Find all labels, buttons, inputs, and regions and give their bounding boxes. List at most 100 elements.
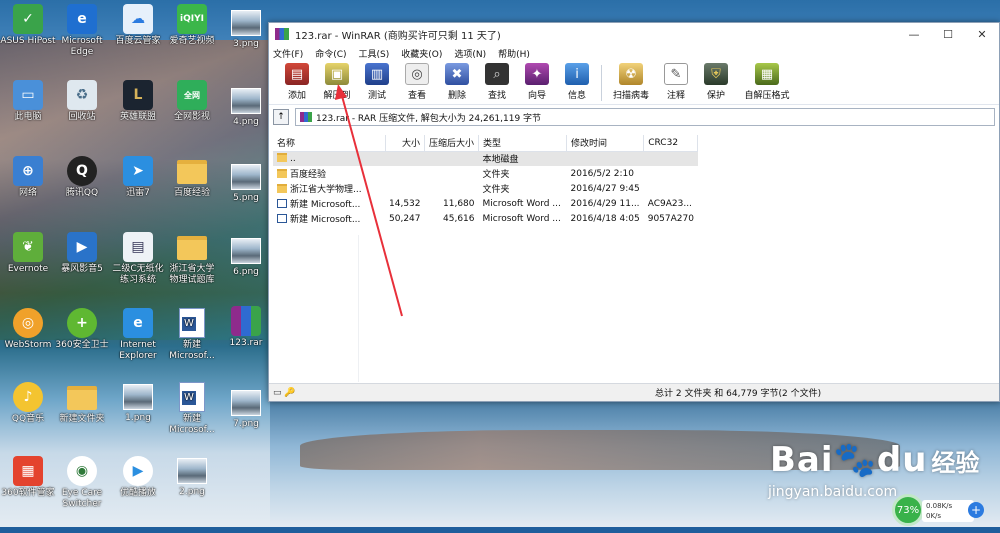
desktop-icon-baidu-cloud[interactable]: ☁ 百度云管家 [110,4,166,47]
menu-commands[interactable]: 命令(C) [315,47,346,60]
desktop-icon-lol[interactable]: L 英雄联盟 [110,80,166,123]
protect-button[interactable]: ⛨ 保护 [696,61,736,101]
maximize-button[interactable]: ☐ [931,23,965,45]
desktop-icon-label: 1.png [125,413,151,423]
row-name: .. [290,154,296,165]
up-folder-button[interactable]: ↑ [273,109,289,125]
desktop-icon-youku[interactable]: ▶ 优酷播放 [110,456,166,499]
desktop-icon-new-folder[interactable]: 新建文件夹 [54,382,110,425]
extract-to-button[interactable]: ▣ 解压到 [317,61,357,101]
baidu-cloud-icon: ☁ [123,4,153,34]
speed-plus-button[interactable]: + [968,502,984,518]
view-button[interactable]: ◎ 查看 [397,61,437,101]
row-name: 浙江省大学物理... [290,185,362,195]
desktop-icon-3-png[interactable]: 3.png [218,8,274,50]
desktop-icon-qq-music[interactable]: ♪ QQ音乐 [0,382,56,425]
desktop-icon-baofeng[interactable]: ▶ 暴风影音5 [54,232,110,275]
table-row[interactable]: 百度经验 文件夹 2016/5/2 2:10 [273,166,698,181]
desktop-icon-c-practice[interactable]: ▤ 二级C无纸化 练习系统 [110,232,166,286]
desktop-icon-ie[interactable]: e Internet Explorer [110,308,166,362]
desktop-icon-7-png[interactable]: 7.png [218,388,274,430]
desktop-icon-asus-hipost[interactable]: ✓ ASUS HiPost [0,4,56,47]
column-modified[interactable]: 修改时间 [566,135,645,152]
desktop-icon-evernote[interactable]: ❦ Evernote [0,232,56,275]
toolbar-label: 查看 [407,91,426,101]
row-size: 14,532 [389,198,421,209]
row-packed [424,151,479,166]
desktop-icon-123-rar[interactable]: 123.rar [218,306,274,349]
desktop-icon-xunlei[interactable]: ➤ 迅雷7 [110,156,166,199]
table-row[interactable]: 新建 Microsoft... 14,532 11,680 Microsoft … [273,196,698,211]
menu-options[interactable]: 选项(N) [454,47,486,60]
upload-speed: 0.08K/s [926,502,953,510]
row-size [385,151,425,166]
column-size[interactable]: 大小 [385,135,425,152]
baofeng-icon: ▶ [67,232,97,262]
column-packed[interactable]: 压缩后大小 [424,135,479,152]
delete-button[interactable]: ✖ 删除 [437,61,477,101]
desktop-icon-2-png[interactable]: 2.png [164,456,220,498]
sfx-button[interactable]: ▦ 自解压格式 [736,61,798,101]
desktop-icon-label: 网络 [18,188,37,198]
menu-favorites[interactable]: 收藏夹(O) [401,47,442,60]
close-button[interactable]: ✕ [965,23,999,45]
desktop-icon-360-software[interactable]: ▦ 360软件管家 [0,456,56,499]
scan-virus-button[interactable]: ☢ 扫描病毒 [606,61,656,101]
network-speed-widget[interactable]: 73% 0.08K/s 0K/s + [892,494,986,526]
desktop-icon-360-safe[interactable]: + 360安全卫士 [54,308,110,351]
desktop-icon-network[interactable]: ⊕ 网络 [0,156,56,199]
row-type: Microsoft Word ... [482,213,561,224]
table-row[interactable]: .. 本地磁盘 [273,151,698,166]
column-name[interactable]: 名称 [273,135,386,152]
row-packed [425,166,479,181]
column-type[interactable]: 类型 [478,135,567,152]
desktop-icon-iqiyi[interactable]: iQIYI 爱奇艺视频 [164,4,220,47]
info-button[interactable]: i 信息 [557,61,597,101]
desktop-icon-label: 爱奇艺视频 [169,36,215,46]
comment-button[interactable]: ✎ 注释 [656,61,696,101]
desktop-icon-6-png[interactable]: 6.png [218,236,274,278]
desktop-icon-this-pc[interactable]: ▭ 此电脑 [0,80,56,123]
toolbar-label: 向导 [527,91,546,101]
desktop-icon-edge[interactable]: e Microsoft Edge [54,4,110,58]
table-row[interactable]: 新建 Microsoft... 50,247 45,616 Microsoft … [273,211,698,226]
desktop-icon-1-png[interactable]: 1.png [110,382,166,424]
desktop-icon-label: 5.png [233,193,259,203]
desktop-icon-4-png[interactable]: 4.png [218,86,274,128]
find-button[interactable]: ⌕ 查找 [477,61,517,101]
column-crc32[interactable]: CRC32 [643,135,699,152]
add-button[interactable]: ▤ 添加 [277,61,317,101]
menu-bar: 文件(F) 命令(C) 工具(S) 收藏夹(O) 选项(N) 帮助(H) [269,45,999,61]
desktop-icon-new-word-1[interactable]: 新建 Microsof... [164,308,220,362]
menu-tools[interactable]: 工具(S) [359,47,390,60]
desktop-icon-recycle-bin[interactable]: ♻ 回收站 [54,80,110,123]
qq-icon: Q [67,156,97,186]
row-name: 新建 Microsoft... [290,215,361,225]
desktop-icon-tencent-qq[interactable]: Q 腾讯QQ [54,156,110,199]
menu-help[interactable]: 帮助(H) [498,47,530,60]
rar-archive-icon [300,112,312,122]
desktop-icon-quanwang[interactable]: 全网 全网影视 [164,80,220,123]
desktop-icon-label: 优酷播放 [119,488,156,498]
table-row[interactable]: 浙江省大学物理... 文件夹 2016/4/27 9:45 [273,181,698,196]
sfx-icon: ▦ [755,63,779,85]
desktop-icon-5-png[interactable]: 5.png [218,162,274,204]
desktop-icon-physics-folder[interactable]: 浙江省大学 物理试题库 [164,232,220,286]
desktop-icon-new-word-2[interactable]: 新建 Microsof... [164,382,220,436]
menu-file[interactable]: 文件(F) [273,47,303,60]
desktop-icon-label: WebStorm [4,340,52,350]
test-button[interactable]: ▥ 测试 [357,61,397,101]
title-bar[interactable]: 123.rar - WinRAR (商购买许可只剩 11 天了) — ☐ ✕ [269,23,999,45]
desktop-icon-eye-care[interactable]: ◉ Eye Care Switcher [54,456,110,510]
desktop-icon-baidu-jingyan-folder[interactable]: 百度经验 [164,156,220,199]
desktop-icon-label: 全网影视 [173,112,210,122]
archive-path-field[interactable]: 123.rar - RAR 压缩文件, 解包大小为 24,261,119 字节 [295,108,995,126]
watermark-brand: Bai [770,440,834,480]
desktop-icon-label: 迅雷7 [126,188,150,198]
row-modified [566,151,644,166]
internet-explorer-icon: e [123,308,153,338]
desktop-icon-webstorm[interactable]: ◎ WebStorm [0,308,56,351]
asus-hipost-icon: ✓ [13,4,43,34]
wizard-button[interactable]: ✦ 向导 [517,61,557,101]
minimize-button[interactable]: — [897,23,931,45]
